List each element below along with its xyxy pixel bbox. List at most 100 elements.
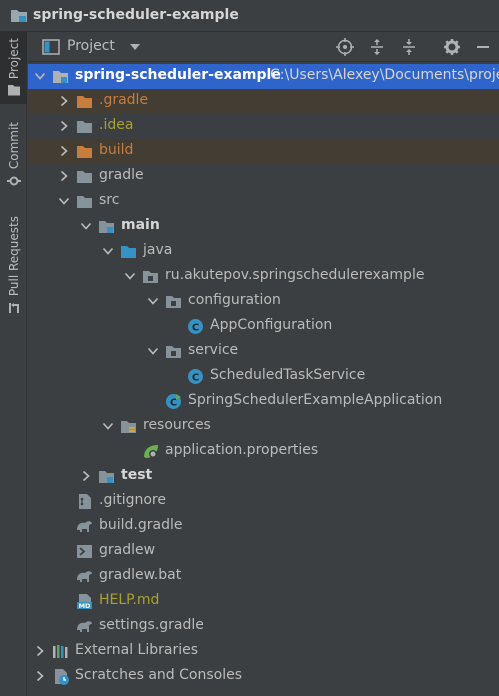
tree-item-resources[interactable]: resources [28, 414, 499, 439]
gradle-icon [77, 521, 92, 532]
folder-icon [77, 171, 92, 183]
window-titlebar: spring-scheduler-example [0, 0, 499, 32]
tree-item-label: ru.akutepov.springschedulerexample [165, 267, 425, 283]
project-folder-icon [11, 10, 27, 22]
chevron-right-icon[interactable] [58, 145, 70, 157]
terminal-icon [77, 545, 92, 558]
chevron-down-icon[interactable] [80, 220, 92, 232]
collapse-all-icon[interactable] [400, 38, 418, 56]
gradle-icon [77, 571, 92, 582]
md-icon: MD [77, 594, 92, 610]
chevron-down-icon[interactable] [124, 270, 136, 282]
tree-item-label: ScheduledTaskService [210, 367, 366, 383]
tree-item-root[interactable]: spring-scheduler-example C:\Users\Alexey\… [28, 64, 499, 89]
chevron-right-icon[interactable] [80, 470, 92, 482]
tree-item-gradlew[interactable]: gradlew [28, 539, 499, 564]
tree-item-external-libraries[interactable]: External Libraries [28, 639, 499, 664]
folder-icon [121, 421, 136, 433]
chevron-down-icon[interactable] [147, 295, 159, 307]
project-view-title[interactable]: Project [67, 38, 115, 54]
tree-item-configuration[interactable]: configuration [28, 289, 499, 314]
folder-icon [121, 246, 136, 258]
tab-commit[interactable]: Commit [0, 122, 27, 202]
left-tool-strip: Project Commit Pull Requests [0, 32, 27, 696]
svg-text:C: C [192, 323, 199, 334]
tree-item-label: test [121, 467, 153, 483]
project-tree: spring-scheduler-example C:\Users\Alexey\… [28, 64, 499, 696]
chevron-down-icon[interactable] [102, 245, 114, 257]
expand-all-icon[interactable] [368, 38, 386, 56]
class-icon: C [188, 369, 203, 384]
tree-item-help-md[interactable]: MD HELP.md [28, 589, 499, 614]
tree-item-build[interactable]: build [28, 139, 499, 164]
chevron-right-icon[interactable] [58, 95, 70, 107]
scratch-icon [55, 669, 69, 685]
chevron-down-icon[interactable] [147, 345, 159, 357]
tree-item-gitignore[interactable]: .gitignore [28, 489, 499, 514]
commit-icon [6, 176, 21, 186]
tab-project[interactable]: Project [0, 32, 27, 104]
folder-icon [77, 96, 92, 108]
tree-item-scratches[interactable]: Scratches and Consoles [28, 664, 499, 689]
tree-item-test[interactable]: test [28, 464, 499, 489]
tree-item-label: AppConfiguration [210, 317, 333, 333]
spring-icon [144, 445, 158, 458]
tree-item-application-class[interactable]: C SpringSchedulerExampleApplication [28, 389, 499, 414]
pull-request-icon [8, 303, 19, 314]
tree-item-scheduled-task-service[interactable]: C ScheduledTaskService [28, 364, 499, 389]
locate-file-icon[interactable] [336, 38, 354, 56]
tab-pull-requests[interactable]: Pull Requests [0, 216, 27, 320]
chevron-down-icon[interactable] [34, 70, 46, 82]
chevron-right-icon[interactable] [58, 120, 70, 132]
tree-item-label: HELP.md [99, 592, 160, 608]
tree-item-build-gradle[interactable]: build.gradle [28, 514, 499, 539]
tree-item-label: configuration [188, 292, 281, 308]
tree-item-label: service [188, 342, 239, 358]
tree-item-label: gradlew [99, 542, 156, 558]
folder-icon [77, 146, 92, 158]
chevron-right-icon[interactable] [58, 170, 70, 182]
tree-item-app-configuration[interactable]: C AppConfiguration [28, 314, 499, 339]
tree-item-java[interactable]: java [28, 239, 499, 264]
folder-icon [99, 471, 114, 483]
minimize-icon[interactable] [475, 39, 491, 55]
tree-item-gradle-dir[interactable]: gradle [28, 164, 499, 189]
tree-item-label: spring-scheduler-example [75, 67, 281, 83]
package-icon [143, 271, 158, 283]
class-icon: C [188, 319, 203, 334]
gear-icon[interactable] [443, 38, 461, 56]
chevron-down-icon[interactable] [102, 420, 114, 432]
libs-icon [53, 645, 68, 658]
tree-item-label: .gradle [99, 92, 149, 108]
window-title: spring-scheduler-example [33, 7, 239, 23]
tree-item-label: main [121, 217, 160, 233]
chevron-down-icon[interactable] [58, 195, 70, 207]
class-icon: C [166, 394, 181, 409]
project-folder-icon [53, 71, 68, 83]
chevron-down-icon[interactable] [129, 42, 141, 52]
project-panel-header: Project [28, 32, 499, 62]
chevron-right-icon[interactable] [34, 645, 46, 657]
gradle-icon [77, 621, 92, 632]
gitignore-icon [79, 494, 91, 509]
tree-item-label: java [143, 242, 173, 258]
tab-project-label: Project [6, 38, 21, 80]
tree-item-idea[interactable]: .idea [28, 114, 499, 139]
tree-item-label: build [99, 142, 134, 158]
chevron-right-icon[interactable] [34, 670, 46, 682]
tree-item-service[interactable]: service [28, 339, 499, 364]
tree-item-package[interactable]: ru.akutepov.springschedulerexample [28, 264, 499, 289]
tree-item-gradlew-bat[interactable]: gradlew.bat [28, 564, 499, 589]
tree-item-application-properties[interactable]: application.properties [28, 439, 499, 464]
tree-item-settings-gradle[interactable]: settings.gradle [28, 614, 499, 639]
tree-item-src[interactable]: src [28, 189, 499, 214]
tree-item-dot-gradle[interactable]: .gradle [28, 89, 499, 114]
package-icon [166, 296, 181, 308]
tree-item-label: .idea [99, 117, 134, 133]
tree-item-label: application.properties [165, 442, 319, 458]
tree-item-label: gradle [99, 167, 144, 183]
tree-item-label: Scratches and Consoles [75, 667, 242, 683]
tree-item-main[interactable]: main [28, 214, 499, 239]
tree-item-label: .gitignore [99, 492, 166, 508]
svg-text:C: C [192, 373, 199, 384]
